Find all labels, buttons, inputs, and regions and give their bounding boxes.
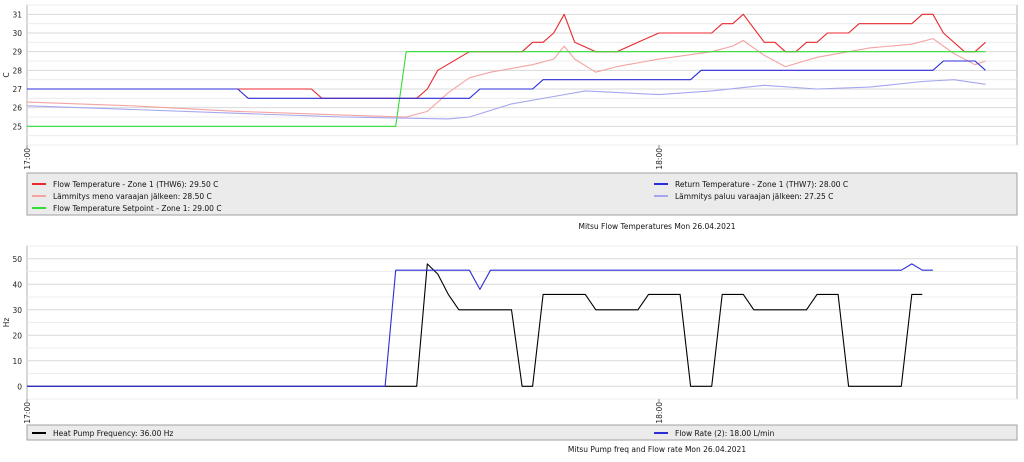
- charts-container: 25 26 27 28 29 30 31 C 17:00 18:00 Flow Temperatur…: [0, 0, 1024, 458]
- x-tick-labels: 17:00 18:00: [23, 399, 664, 424]
- charts-canvas: 25 26 27 28 29 30 31 C 17:00 18:00 Flow Temperatur…: [2, 4, 1018, 454]
- chart-title: Mitsu Flow Temperatures Mon 26.04.2021: [579, 222, 736, 231]
- plot-area: [26, 4, 1018, 146]
- y-tick-label: 29: [12, 48, 22, 57]
- legend-label: Flow Rate (2): 18.00 L/min: [675, 429, 775, 438]
- chart-1: 25 26 27 28 29 30 31 C 17:00 18:00 Flow Temperatur…: [2, 4, 1018, 231]
- legend: Heat Pump Frequency: 36.00 Hz Flow Rate (…: [26, 424, 1018, 441]
- y-tick-label: 30: [12, 29, 22, 38]
- x-tick-labels: 17:00 18:00: [23, 145, 664, 170]
- y-tick-label: 27: [12, 85, 22, 94]
- y-tick-labels: 25 26 27 28 29 30 31: [12, 10, 22, 131]
- legend-label: Return Temperature - Zone 1 (THW7): 28.0…: [675, 180, 848, 189]
- y-tick-label: 25: [12, 122, 22, 131]
- legend-item[interactable]: Flow Temperature Setpoint - Zone 1: 29.0…: [32, 204, 222, 213]
- legend-item[interactable]: Heat Pump Frequency: 36.00 Hz: [32, 429, 173, 438]
- legend-label: Flow Temperature - Zone 1 (THW6): 29.50 …: [53, 180, 218, 189]
- chart-2: 01020304050Hz17:00 18:00Heat Pump Frequen…: [2, 245, 1018, 454]
- legend-label: Lämmitys paluu varaajan jälkeen: 27.25 C: [675, 192, 833, 201]
- legend-label: Lämmitys meno varaajan jälkeen: 28.50 C: [53, 192, 212, 201]
- legend-item[interactable]: Lämmitys meno varaajan jälkeen: 28.50 C: [32, 192, 212, 201]
- legend-item[interactable]: Return Temperature - Zone 1 (THW7): 28.0…: [654, 180, 848, 189]
- x-tick-label: 18:00: [655, 402, 664, 424]
- legend-box: [26, 424, 1018, 441]
- legend: Flow Temperature - Zone 1 (THW6): 29.50 …: [26, 172, 1018, 216]
- y-tick-label: 50: [12, 255, 22, 264]
- y-tick-label: 20: [12, 331, 22, 340]
- y-tick-label: 28: [12, 66, 22, 75]
- y-axis-label: Hz: [2, 318, 11, 328]
- y-tick-label: 40: [12, 280, 22, 289]
- y-tick-label: 31: [12, 10, 22, 19]
- x-tick-label: 18:00: [655, 148, 664, 170]
- y-tick-label: 10: [12, 357, 22, 366]
- y-tick-label: 26: [12, 104, 22, 113]
- legend-item[interactable]: Flow Temperature - Zone 1 (THW6): 29.50 …: [32, 180, 218, 189]
- x-tick-label: 17:00: [23, 402, 32, 424]
- y-tick-labels: 0 10 20 30 40 50: [12, 255, 22, 392]
- legend-label: Heat Pump Frequency: 36.00 Hz: [53, 429, 173, 438]
- chart-title: Mitsu Pump freq and Flow rate Mon 26.04.…: [568, 445, 746, 454]
- y-tick-label: 30: [12, 306, 22, 315]
- y-axis-label: C: [2, 72, 11, 77]
- legend-item[interactable]: Lämmitys paluu varaajan jälkeen: 27.25 C: [654, 192, 833, 201]
- x-tick-label: 17:00: [23, 148, 32, 170]
- legend-label: Flow Temperature Setpoint - Zone 1: 29.0…: [53, 204, 222, 213]
- y-tick-label: 0: [17, 382, 22, 391]
